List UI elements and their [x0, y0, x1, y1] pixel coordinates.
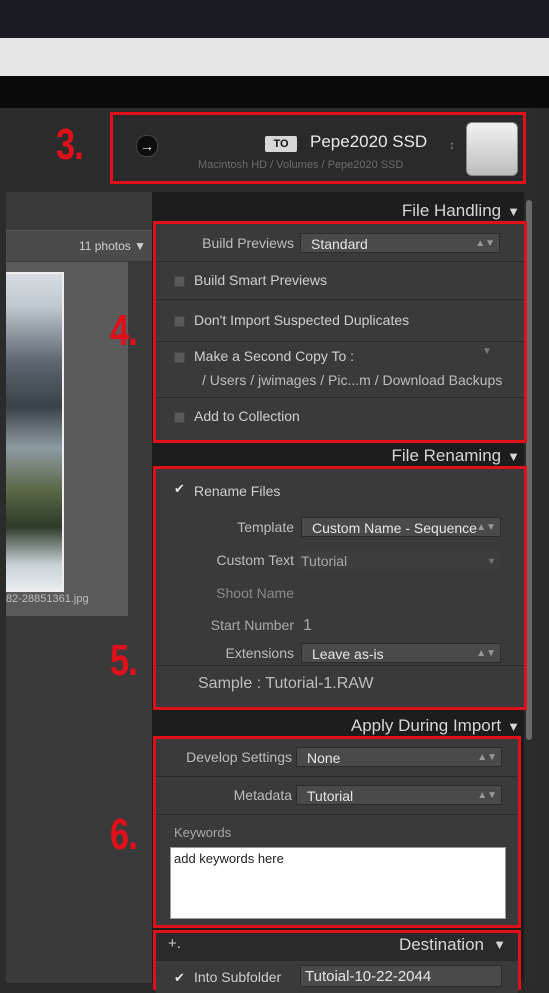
build-previews-row: Build Previews Standard ▲▼ — [156, 224, 524, 262]
add-to-collection-checkbox[interactable] — [174, 412, 185, 423]
dont-import-duplicates-label: Don't Import Suspected Duplicates — [194, 312, 410, 328]
annotation-4: 4. — [110, 306, 138, 355]
keywords-label: Keywords — [174, 825, 232, 840]
triangle-icon: ▼ — [507, 204, 520, 219]
thumbnail-filename: 82-28851361.jpg — [6, 593, 89, 605]
grid-header: 11 photos ▼ — [6, 230, 152, 261]
second-copy-path[interactable]: / Users / jwimages / Pic...m / Download … — [202, 372, 502, 388]
add-icon[interactable]: +. — [168, 935, 181, 952]
metadata-select[interactable]: Tutorial ▲▼ — [296, 785, 502, 805]
triangle-icon[interactable]: ▼ — [493, 937, 506, 952]
custom-text-input[interactable]: Tutorial ▼ — [296, 550, 501, 570]
add-to-collection-row: Add to Collection — [156, 398, 524, 440]
second-copy-checkbox[interactable] — [174, 352, 185, 363]
triangle-icon: ▼ — [134, 239, 146, 253]
build-smart-previews-label: Build Smart Previews — [194, 272, 328, 288]
keywords-textarea[interactable]: add keywords here — [170, 847, 506, 919]
develop-settings-select[interactable]: None ▲▼ — [296, 747, 502, 767]
build-smart-previews-checkbox[interactable] — [174, 276, 185, 287]
into-subfolder-row: ✔ Into Subfolder Tutoial-10-22-2044 — [156, 961, 518, 993]
dont-import-duplicates-checkbox[interactable] — [174, 316, 185, 327]
arrow-right-icon[interactable]: → — [136, 135, 158, 157]
dropdown-icon: ▲▼ — [477, 752, 497, 763]
photo-thumbnail[interactable] — [6, 272, 64, 592]
rename-files-checkbox[interactable]: ✔ — [174, 482, 185, 495]
dark-band — [0, 76, 549, 108]
apply-during-import-section: Develop Settings None ▲▼ Metadata Tutoria… — [153, 736, 521, 928]
extensions-label: Extensions — [225, 645, 294, 661]
develop-settings-label: Develop Settings — [186, 749, 292, 765]
keywords-placeholder: add keywords here — [174, 851, 284, 866]
add-to-collection-label: Add to Collection — [194, 408, 300, 424]
develop-settings-row: Develop Settings None ▲▼ — [156, 739, 518, 777]
drive-chevron-icon[interactable]: ↕ — [449, 138, 455, 152]
rename-files-label: Rename Files — [194, 483, 281, 499]
file-handling-section: Build Previews Standard ▲▼ Build Smart Pr… — [153, 221, 527, 443]
destination-path: Macintosh HD / Volumes / Pepe2020 SSD — [198, 159, 404, 171]
subfolder-name-input[interactable]: Tutoial-10-22-2044 — [300, 965, 502, 987]
metadata-row: Metadata Tutorial ▲▼ — [156, 777, 518, 815]
extensions-select[interactable]: Leave as-is ▲▼ — [301, 643, 501, 663]
into-subfolder-checkbox[interactable]: ✔ — [174, 971, 185, 984]
build-previews-label: Build Previews — [202, 235, 294, 251]
to-badge: TO — [265, 136, 297, 152]
destination-header[interactable]: Destination — [399, 935, 484, 955]
annotation-3: 3. — [56, 120, 84, 169]
triangle-icon: ▼ — [507, 719, 520, 734]
triangle-icon: ▼ — [507, 449, 520, 464]
dropdown-icon: ▲▼ — [475, 238, 495, 249]
photo-count[interactable]: 11 photos ▼ — [79, 239, 146, 253]
sample-filename: Sample : Tutorial-1.RAW — [198, 675, 374, 692]
metadata-label: Metadata — [233, 787, 292, 803]
annotation-5: 5. — [110, 636, 138, 685]
second-copy-chevron-icon[interactable]: ▼ — [482, 346, 492, 357]
rename-files-row: ✔ Rename Files — [156, 469, 524, 511]
build-smart-previews-row: Build Smart Previews — [156, 262, 524, 300]
second-copy-row: Make a Second Copy To : ▼ / Users / jwim… — [156, 342, 524, 398]
dont-import-duplicates-row: Don't Import Suspected Duplicates — [156, 300, 524, 342]
dropdown-icon: ▲▼ — [477, 790, 497, 801]
template-label: Template — [237, 519, 294, 535]
shoot-name-label: Shoot Name — [216, 585, 294, 601]
dropdown-icon: ▲▼ — [476, 648, 496, 659]
window-strip — [0, 38, 549, 76]
build-previews-select[interactable]: Standard ▲▼ — [300, 233, 500, 253]
divider — [156, 665, 524, 666]
template-select[interactable]: Custom Name - Sequence ▲▼ — [301, 517, 501, 537]
chevron-down-icon: ▼ — [487, 556, 496, 566]
destination-section: +. Destination ▼ ✔ Into Subfolder Tutoia… — [153, 930, 521, 993]
drive-icon — [466, 122, 518, 176]
custom-text-label: Custom Text — [216, 552, 294, 568]
dropdown-icon: ▲▼ — [476, 522, 496, 533]
second-copy-label: Make a Second Copy To : — [194, 348, 355, 364]
title-bar — [0, 0, 549, 38]
start-number-label: Start Number — [210, 617, 294, 633]
file-renaming-section: ✔ Rename Files Template Custom Name - Se… — [153, 466, 527, 710]
destination-drive-name[interactable]: Pepe2020 SSD — [310, 132, 427, 152]
start-number-value[interactable]: 1 — [303, 617, 312, 635]
annotation-6: 6. — [110, 810, 138, 859]
